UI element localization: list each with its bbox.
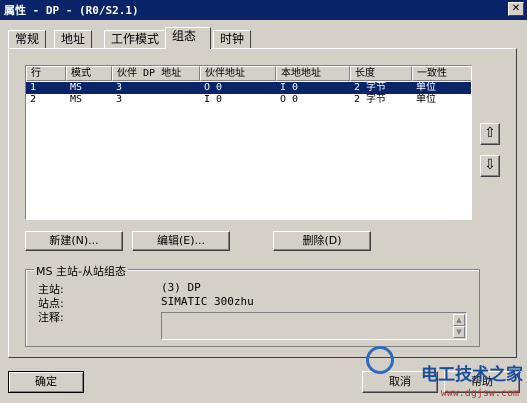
scroll-up-icon[interactable]: ▲ — [453, 314, 465, 326]
watermark-url: www.dgjsw.com — [440, 388, 519, 399]
group-legend: MS 主站-从站组态 — [34, 263, 128, 279]
window-title: 属性 - DP - (R0/S2.1) — [4, 4, 139, 17]
col-header-local-addr[interactable]: 本地地址 — [276, 66, 350, 81]
cell-partner-addr: O 0 — [204, 82, 223, 93]
table-row[interactable]: 1 MS 3 O 0 I 0 2 字节 单位 — [26, 82, 471, 94]
title-bar: 属性 - DP - (R0/S2.1) ✕ — [0, 0, 527, 20]
edit-button[interactable]: 编辑(E)... — [132, 231, 230, 251]
cell-partner-dp: 3 — [116, 82, 123, 93]
tab-general[interactable]: 常规 — [8, 30, 47, 48]
col-header-partner-addr[interactable]: 伙伴地址 — [200, 66, 276, 81]
cell-mode: MS — [70, 94, 83, 105]
comment-field[interactable]: ▲ ▼ — [161, 312, 467, 340]
cell-local-addr: O 0 — [280, 94, 299, 105]
watermark-text: 电工技术之家 — [421, 365, 523, 385]
cell-consistency: 单位 — [416, 82, 436, 93]
col-header-partner-dp[interactable]: 伙伴 DP 地址 — [112, 66, 200, 81]
cell-local-addr: I 0 — [280, 82, 299, 93]
delete-button[interactable]: 删除(D) — [273, 231, 371, 251]
cell-partner-addr: I 0 — [204, 94, 223, 105]
ms-config-group: MS 主站-从站组态 主站: (3) DP 站点: SIMATIC 300zhu… — [25, 263, 480, 347]
arrow-down-icon: ⇩ — [484, 157, 496, 173]
col-header-mode[interactable]: 模式 — [66, 66, 112, 81]
cell-mode: MS — [70, 82, 83, 93]
close-button[interactable]: ✕ — [508, 2, 524, 16]
ok-button[interactable]: 确定 — [8, 371, 84, 393]
master-value: (3) DP — [161, 281, 201, 294]
new-button[interactable]: 新建(N)... — [25, 231, 123, 251]
configuration-table[interactable]: 行 模式 伙伴 DP 地址 伙伴地址 本地地址 长度 一致性 1 MS 3 O … — [25, 65, 472, 220]
cell-length: 2 字节 — [354, 82, 387, 93]
scroll-down-icon[interactable]: ▼ — [453, 326, 465, 338]
cell-row: 2 — [30, 94, 37, 105]
comment-label: 注释: — [38, 311, 64, 324]
tab-panel: 行 模式 伙伴 DP 地址 伙伴地址 本地地址 长度 一致性 1 MS 3 O … — [8, 48, 517, 358]
tab-clock[interactable]: 时钟 — [213, 30, 252, 48]
tab-operating-mode[interactable]: 工作模式 — [104, 30, 167, 48]
col-header-length[interactable]: 长度 — [350, 66, 412, 81]
move-up-button[interactable]: ⇧ — [480, 123, 500, 145]
cell-consistency: 单位 — [416, 94, 436, 105]
watermark-logo-icon — [366, 346, 394, 374]
cell-length: 2 字节 — [354, 94, 387, 105]
tab-address[interactable]: 地址 — [54, 30, 93, 48]
cell-partner-dp: 3 — [116, 94, 123, 105]
tab-configuration[interactable]: 组态 — [165, 27, 211, 49]
table-row[interactable]: 2 MS 3 I 0 O 0 2 字节 单位 — [26, 94, 471, 106]
col-header-consistency[interactable]: 一致性 — [412, 66, 471, 81]
table-header: 行 模式 伙伴 DP 地址 伙伴地址 本地地址 长度 一致性 — [26, 66, 471, 81]
arrow-up-icon: ⇧ — [484, 125, 496, 141]
cell-row: 1 — [30, 82, 37, 93]
station-value: SIMATIC 300zhu — [161, 295, 254, 308]
move-down-button[interactable]: ⇩ — [480, 155, 500, 177]
col-header-row[interactable]: 行 — [26, 66, 66, 81]
